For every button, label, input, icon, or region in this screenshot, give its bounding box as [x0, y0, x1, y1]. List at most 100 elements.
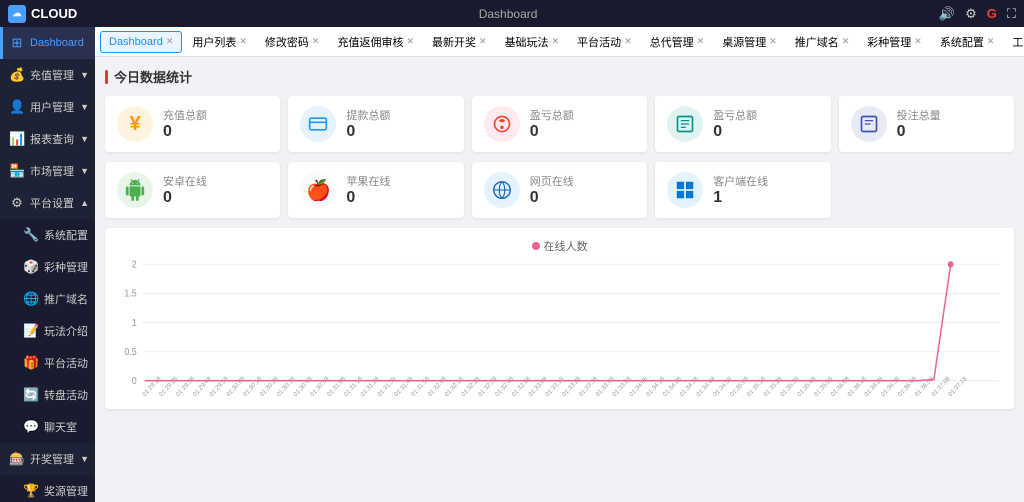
tab-toolbox[interactable]: 工具箱 ✕: [1004, 31, 1024, 53]
stat-label: 客户端在线: [713, 173, 768, 189]
header-right: 🔊 ⚙ G ⛶: [939, 6, 1016, 22]
tab-label: 最新开奖: [432, 34, 476, 50]
sidebar-item-reports[interactable]: 📊 报表查询 ▼: [0, 123, 95, 155]
tab-lottery-type[interactable]: 彩种管理 ✕: [859, 31, 930, 53]
withdrawal-stat-icon: [300, 106, 336, 142]
tab-table-source[interactable]: 桌源管理 ✕: [714, 31, 785, 53]
stat-card-recharge: ¥ 充值总额 0: [105, 96, 280, 152]
tab-close-icon[interactable]: ✕: [239, 36, 247, 47]
sidebar-item-lottery-type[interactable]: 🎲 彩种管理: [0, 251, 95, 283]
tab-change-pw[interactable]: 修改密码 ✕: [257, 31, 328, 53]
sidebar-item-market[interactable]: 🏪 市场管理 ▼: [0, 155, 95, 187]
chart-svg: 2 1.5 1 0.5 0 01:29:18 01:29:28: [115, 259, 1004, 399]
stat-value: 1: [713, 189, 768, 207]
stat-label: 提款总额: [346, 107, 390, 123]
users-icon: 👤: [9, 99, 25, 115]
tab-close-icon[interactable]: ✕: [624, 36, 632, 47]
stat-card-bets: 投注总量 0: [839, 96, 1014, 152]
stat-value: 0: [163, 123, 207, 141]
sidebar-item-label: 充值管理: [30, 67, 74, 83]
tab-label: 工具箱: [1012, 34, 1024, 50]
web-stat-icon: [484, 172, 520, 208]
online-grid: 安卓在线 0 🍎 苹果在线 0 网页在线: [105, 162, 1014, 218]
lottery-type-icon: 🎲: [23, 259, 39, 275]
svg-text:2: 2: [132, 259, 137, 269]
chevron-icon: ▼: [80, 70, 89, 80]
stat-card-profit2: 盈亏总额 0: [655, 96, 830, 152]
tab-close-icon[interactable]: ✕: [406, 36, 414, 47]
tab-recharge-audit[interactable]: 充值返佣审核 ✕: [329, 31, 422, 53]
stat-value: 0: [530, 189, 574, 207]
sidebar-item-lottery-mgmt[interactable]: 🎰 开奖管理 ▼: [0, 443, 95, 475]
chart-container: 在线人数 2 1.5 1 0.5 0: [105, 228, 1014, 409]
sidebar-item-users[interactable]: 👤 用户管理 ▼: [0, 91, 95, 123]
tab-basic-play[interactable]: 基础玩法 ✕: [497, 31, 568, 53]
profit-stat-icon: [484, 106, 520, 142]
sidebar-item-platform[interactable]: ⚙ 平台设置 ▲: [0, 187, 95, 219]
sidebar-sub-platform: 🔧 系统配置 🎲 彩种管理 🌐 推广域名 📝 玩法介绍 🎁 平台活动 🔄: [0, 219, 95, 443]
lottery-mgmt-icon: 🎰: [9, 451, 25, 467]
sidebar-item-promo-domain[interactable]: 🌐 推广域名: [0, 283, 95, 315]
stat-info: 客户端在线 1: [713, 173, 768, 207]
tab-label: 平台活动: [577, 34, 621, 50]
tab-label: 桌源管理: [722, 34, 766, 50]
tab-close-icon[interactable]: ✕: [166, 36, 174, 47]
settings-icon[interactable]: ⚙: [965, 6, 977, 22]
chart-legend: 在线人数: [115, 238, 1004, 254]
tab-close-icon[interactable]: ✕: [552, 36, 560, 47]
sidebar-item-chat[interactable]: 💬 聊天室: [0, 411, 95, 443]
tab-close-icon[interactable]: ✕: [312, 36, 320, 47]
tab-sys-config[interactable]: 系统配置 ✕: [932, 31, 1003, 53]
google-icon[interactable]: G: [987, 6, 997, 21]
volume-icon[interactable]: 🔊: [939, 6, 955, 22]
stat-value: 0: [897, 123, 941, 141]
prize-source-icon: 🏆: [23, 483, 39, 499]
svg-text:1: 1: [132, 317, 137, 327]
dashboard-icon: ⊞: [9, 35, 25, 51]
recharge-icon: 💰: [9, 67, 25, 83]
sidebar-item-rules[interactable]: 📝 玩法介绍: [0, 315, 95, 347]
svg-text:1.5: 1.5: [124, 288, 136, 298]
platform-icon: ⚙: [9, 195, 25, 211]
tab-close-icon[interactable]: ✕: [987, 36, 995, 47]
stat-card-profit: 盈亏总额 0: [472, 96, 647, 152]
tab-close-icon[interactable]: ✕: [842, 36, 850, 47]
stat-label: 网页在线: [530, 173, 574, 189]
tab-user-list[interactable]: 用户列表 ✕: [184, 31, 255, 53]
tab-label: 基础玩法: [505, 34, 549, 50]
sidebar-item-recharge[interactable]: 💰 充值管理 ▼: [0, 59, 95, 91]
stat-label: 苹果在线: [346, 173, 390, 189]
sidebar-item-label: 彩种管理: [44, 259, 88, 275]
tab-agent-mgmt[interactable]: 总代管理 ✕: [642, 31, 713, 53]
tab-platform-activity[interactable]: 平台活动 ✕: [569, 31, 640, 53]
tab-label: 充值返佣审核: [337, 34, 403, 50]
fullscreen-icon[interactable]: ⛶: [1007, 6, 1016, 22]
tab-close-icon[interactable]: ✕: [697, 36, 705, 47]
sidebar-item-prize-source[interactable]: 🏆 奖源管理: [0, 475, 95, 502]
sidebar-item-activities[interactable]: 🎁 平台活动: [0, 347, 95, 379]
apple-stat-icon: 🍎: [300, 172, 336, 208]
sidebar-item-label: 系统配置: [44, 227, 88, 243]
chart-area: 2 1.5 1 0.5 0 01:29:18 01:29:28: [115, 259, 1004, 399]
svg-text:0: 0: [132, 376, 137, 386]
tab-close-icon[interactable]: ✕: [769, 36, 777, 47]
sidebar-item-sys-config[interactable]: 🔧 系统配置: [0, 219, 95, 251]
sidebar-item-dashboard[interactable]: ⊞ Dashboard: [0, 27, 95, 59]
promo-domain-icon: 🌐: [23, 291, 39, 307]
stat-card-web: 网页在线 0: [472, 162, 647, 218]
tab-dashboard[interactable]: Dashboard ✕: [100, 31, 182, 53]
legend-label: 在线人数: [544, 238, 588, 254]
tab-promo-domain[interactable]: 推广域名 ✕: [787, 31, 858, 53]
chat-icon: 💬: [23, 419, 39, 435]
tab-close-icon[interactable]: ✕: [914, 36, 922, 47]
tab-latest-lottery[interactable]: 最新开奖 ✕: [424, 31, 495, 53]
tab-close-icon[interactable]: ✕: [479, 36, 487, 47]
sidebar-item-spin[interactable]: 🔄 转盘活动: [0, 379, 95, 411]
stat-label: 盈亏总额: [530, 107, 574, 123]
spin-icon: 🔄: [23, 387, 39, 403]
chevron-icon: ▼: [80, 454, 89, 464]
stat-value: 0: [346, 123, 390, 141]
sidebar-item-label: 市场管理: [30, 163, 74, 179]
sys-config-icon: 🔧: [23, 227, 39, 243]
reports-icon: 📊: [9, 131, 25, 147]
